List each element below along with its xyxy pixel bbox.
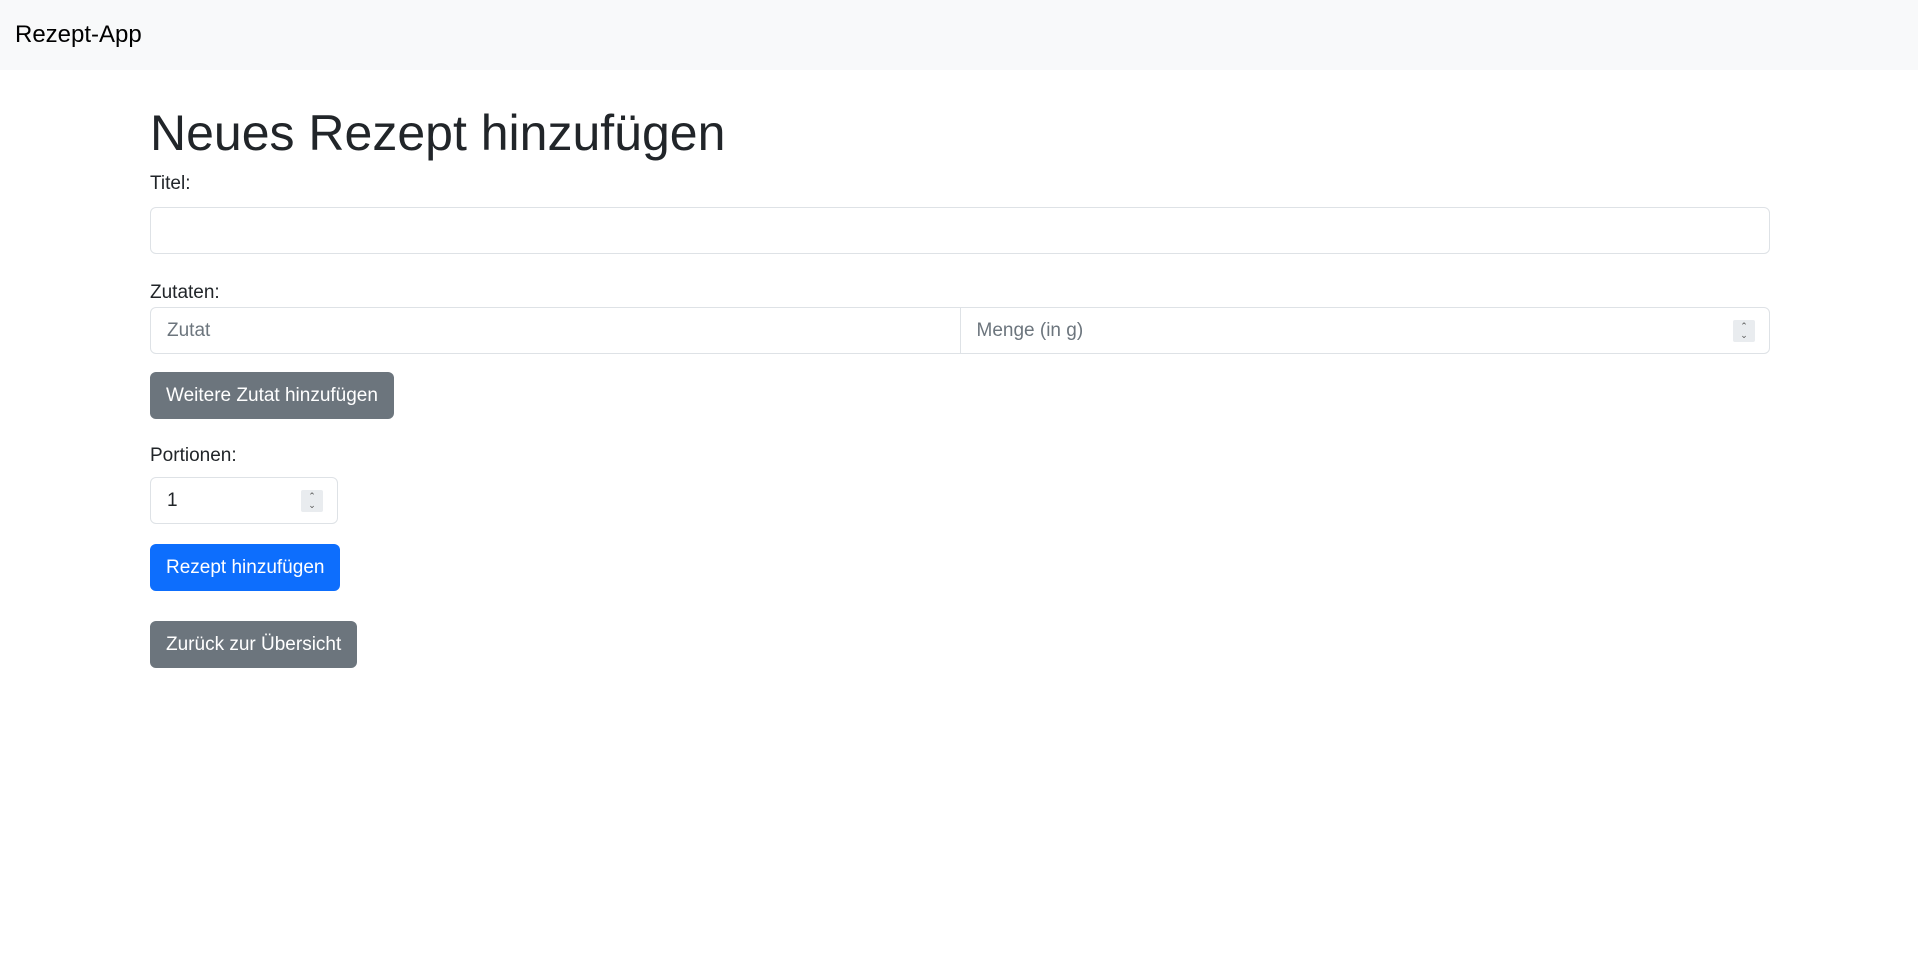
title-input[interactable] (150, 207, 1770, 254)
back-group: Zurück zur Übersicht (150, 621, 1770, 668)
submit-group: Rezept hinzufügen (150, 544, 1770, 591)
ingredients-label: Zutaten: (150, 282, 220, 303)
back-to-overview-button[interactable]: Zurück zur Übersicht (150, 621, 358, 668)
title-label: Titel: (150, 173, 191, 194)
ingredients-group: Zutaten: Zutat Menge (in g) ⌃ ⌄ (150, 282, 1770, 354)
add-ingredient-group: Weitere Zutat hinzufügen (150, 372, 1770, 419)
portions-group: Portionen: 1 ⌃ ⌄ (150, 445, 1770, 524)
portions-label: Portionen: (150, 445, 237, 466)
navbar-brand[interactable]: Rezept-App (15, 21, 142, 49)
main-container: Neues Rezept hinzufügen Titel: Zutaten: … (150, 70, 1770, 696)
chevron-down-icon[interactable]: ⌄ (1740, 331, 1748, 340)
amount-input[interactable]: Menge (in g) ⌃ ⌄ (959, 308, 1770, 353)
add-ingredient-button[interactable]: Weitere Zutat hinzufügen (150, 372, 394, 419)
portions-stepper[interactable]: ⌃ ⌄ (301, 490, 323, 512)
amount-stepper[interactable]: ⌃ ⌄ (1733, 320, 1755, 342)
ingredient-input[interactable]: Zutat (151, 308, 960, 353)
amount-placeholder: Menge (in g) (976, 319, 1084, 341)
portions-input[interactable]: 1 ⌃ ⌄ (150, 477, 338, 524)
submit-recipe-button[interactable]: Rezept hinzufügen (150, 544, 341, 591)
page-title: Neues Rezept hinzufügen (150, 105, 726, 161)
title-group: Titel: (150, 173, 1770, 254)
chevron-down-icon[interactable]: ⌄ (308, 501, 316, 510)
navbar: Rezept-App (0, 0, 1918, 70)
portions-value: 1 (167, 489, 178, 511)
ingredient-row: Zutat Menge (in g) ⌃ ⌄ (150, 307, 1770, 354)
